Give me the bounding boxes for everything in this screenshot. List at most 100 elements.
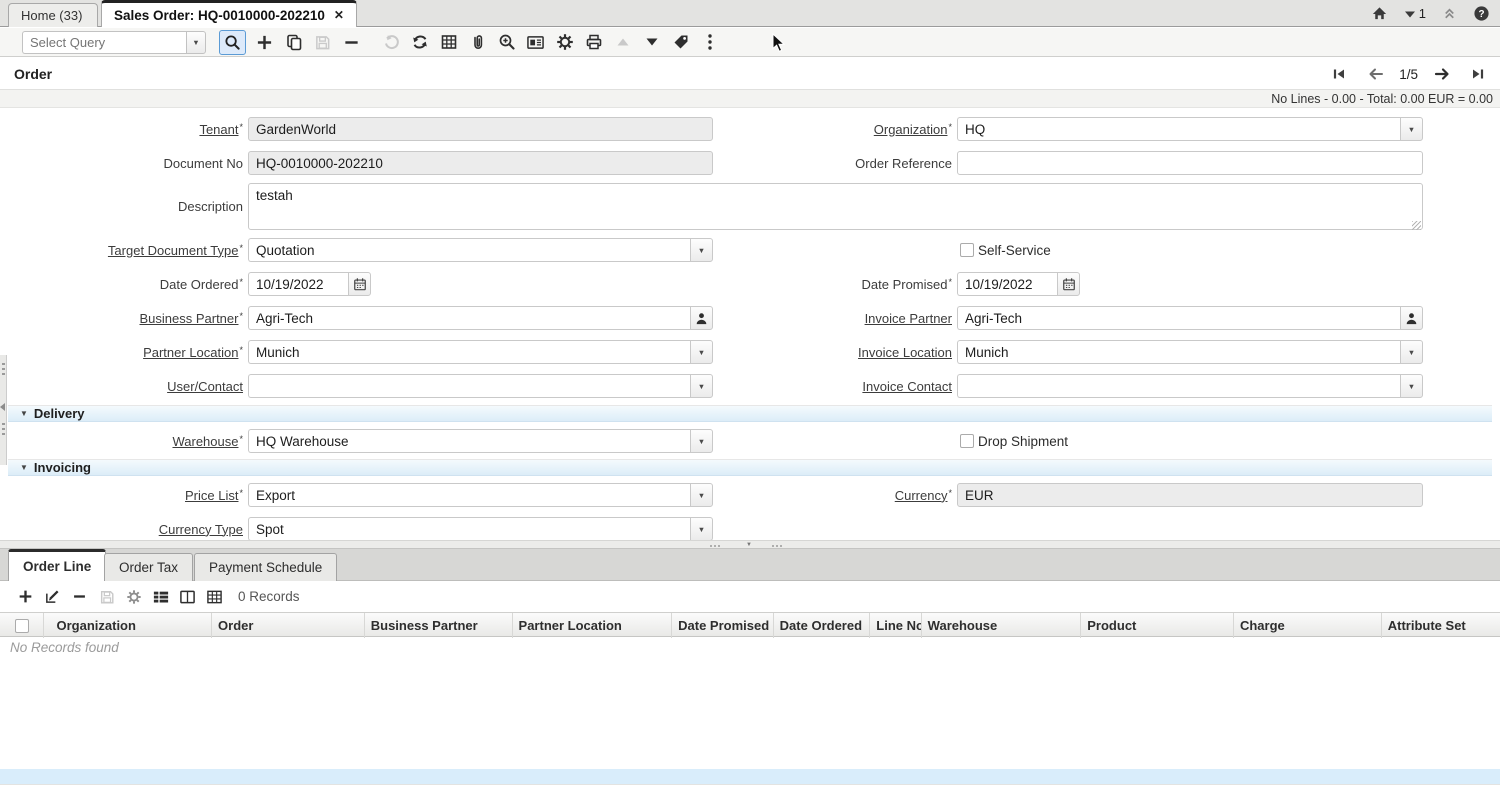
drop-shipment-checkbox[interactable] <box>960 434 974 448</box>
column-header-date-promised[interactable]: Date Promised <box>672 613 774 638</box>
tab-sales-order[interactable]: Sales Order: HQ-0010000-202210 ✕ <box>101 0 357 27</box>
more-actions-button[interactable] <box>695 29 724 56</box>
order-reference-field[interactable] <box>957 151 1423 175</box>
column-header-date-ordered[interactable]: Date Ordered <box>774 613 871 638</box>
date-promised-field[interactable] <box>957 272 1057 296</box>
self-service-checkbox[interactable] <box>960 243 974 257</box>
undo-changes-button[interactable] <box>376 29 405 56</box>
invoice-contact-field[interactable] <box>957 374 1400 398</box>
parent-record-button[interactable] <box>608 29 637 56</box>
column-header-product[interactable]: Product <box>1081 613 1234 638</box>
target-document-type-label[interactable]: Target Document Type <box>108 243 239 258</box>
column-header-attribute-set[interactable]: Attribute Set <box>1382 613 1500 638</box>
column-header-line-no[interactable]: Line No <box>870 613 921 638</box>
detail-record-button[interactable] <box>637 29 666 56</box>
grid-toggle-button[interactable] <box>434 29 463 56</box>
home-button[interactable] <box>1371 5 1388 22</box>
zoom-across-button[interactable] <box>492 29 521 56</box>
select-query-input[interactable] <box>22 31 186 54</box>
detail-new-button[interactable] <box>12 583 39 610</box>
quick-list-icon <box>152 589 170 605</box>
invoice-location-dropdown-button[interactable]: ▼ <box>1400 340 1423 364</box>
first-record-button[interactable] <box>1327 62 1351 86</box>
detail-save-button[interactable] <box>93 583 120 610</box>
quick-entry-button[interactable] <box>147 583 174 610</box>
delete-record-button[interactable] <box>337 29 366 56</box>
west-panel-splitter[interactable] <box>0 355 7 465</box>
column-header-business-partner[interactable]: Business Partner <box>365 613 513 638</box>
collapse-left-icon[interactable] <box>0 403 5 411</box>
select-query-dropdown-button[interactable]: ▼ <box>186 31 206 54</box>
toggle-panel-button[interactable] <box>174 583 201 610</box>
print-button[interactable] <box>579 29 608 56</box>
find-record-button[interactable] <box>219 30 246 55</box>
business-partner-field[interactable] <box>248 306 690 330</box>
last-record-button[interactable] <box>1466 62 1490 86</box>
detail-pane-splitter[interactable]: ▼ <box>0 540 1500 549</box>
warehouse-label[interactable]: Warehouse <box>172 434 238 449</box>
save-record-button[interactable] <box>308 29 337 56</box>
tab-order-tax[interactable]: Order Tax <box>104 553 193 581</box>
currency-label[interactable]: Currency <box>895 488 948 503</box>
next-record-button[interactable] <box>1430 62 1454 86</box>
invoice-location-label[interactable]: Invoice Location <box>858 345 952 360</box>
date-ordered-field[interactable] <box>248 272 348 296</box>
detail-edit-button[interactable] <box>39 583 66 610</box>
user-contact-label[interactable]: User/Contact <box>167 379 243 394</box>
date-promised-calendar-button[interactable] <box>1057 272 1080 296</box>
invoice-contact-label[interactable]: Invoice Contact <box>862 379 952 394</box>
currency-type-dropdown-button[interactable]: ▼ <box>690 517 713 541</box>
tab-home[interactable]: Home (33) <box>8 3 98 27</box>
detail-grid-button[interactable] <box>201 583 228 610</box>
currency-type-field[interactable] <box>248 517 690 541</box>
date-ordered-calendar-button[interactable] <box>348 272 371 296</box>
invoice-location-field[interactable] <box>957 340 1400 364</box>
column-header-order[interactable]: Order <box>212 613 365 638</box>
invoice-partner-label[interactable]: Invoice Partner <box>865 311 952 326</box>
process-button[interactable] <box>550 29 579 56</box>
partner-location-field[interactable] <box>248 340 690 364</box>
new-record-button[interactable] <box>250 29 279 56</box>
price-list-label[interactable]: Price List <box>185 488 238 503</box>
description-field[interactable]: testah <box>248 183 1423 230</box>
price-list-field[interactable] <box>248 483 690 507</box>
business-partner-label[interactable]: Business Partner <box>139 311 238 326</box>
invoice-contact-dropdown-button[interactable]: ▼ <box>1400 374 1423 398</box>
invoice-partner-search-button[interactable] <box>1400 306 1423 330</box>
currency-type-label[interactable]: Currency Type <box>159 522 243 537</box>
close-tab-icon[interactable]: ✕ <box>334 8 344 22</box>
organization-field[interactable] <box>957 117 1400 141</box>
chat-notes-button[interactable] <box>521 29 550 56</box>
tenant-label[interactable]: Tenant <box>199 122 238 137</box>
partner-location-label[interactable]: Partner Location <box>143 345 238 360</box>
delivery-section-header[interactable]: ▼ Delivery <box>8 405 1492 422</box>
textarea-resize-grip[interactable] <box>1412 221 1421 230</box>
column-header-organization[interactable]: Organization <box>44 613 212 638</box>
select-all-checkbox[interactable] <box>15 619 29 633</box>
collapse-header-button[interactable] <box>1442 6 1457 21</box>
invoice-partner-field[interactable] <box>957 306 1400 330</box>
warehouse-field[interactable] <box>248 429 690 453</box>
refresh-button[interactable] <box>405 29 434 56</box>
warehouse-dropdown-button[interactable]: ▼ <box>690 429 713 453</box>
organization-label[interactable]: Organization <box>874 122 948 137</box>
target-document-type-dropdown-button[interactable]: ▼ <box>690 238 713 262</box>
invoicing-section-header[interactable]: ▼ Invoicing <box>8 459 1492 476</box>
target-document-type-field[interactable] <box>248 238 690 262</box>
column-header-charge[interactable]: Charge <box>1234 613 1382 638</box>
workspace-selector[interactable]: 1 <box>1404 6 1426 21</box>
copy-record-button[interactable] <box>279 29 308 56</box>
column-header-warehouse[interactable]: Warehouse <box>922 613 1082 638</box>
label-tag-button[interactable] <box>666 29 695 56</box>
help-button[interactable]: ? <box>1473 5 1490 22</box>
organization-dropdown-button[interactable]: ▼ <box>1400 117 1423 141</box>
tab-order-line[interactable]: Order Line <box>8 549 106 581</box>
detail-process-button[interactable] <box>120 583 147 610</box>
column-header-partner-location[interactable]: Partner Location <box>513 613 673 638</box>
detail-delete-button[interactable] <box>66 583 93 610</box>
user-contact-field[interactable] <box>248 374 690 398</box>
collapse-down-icon[interactable]: ▼ <box>746 542 752 548</box>
attachment-button[interactable] <box>463 29 492 56</box>
previous-record-button[interactable] <box>1363 62 1387 86</box>
tab-payment-schedule[interactable]: Payment Schedule <box>194 553 337 581</box>
